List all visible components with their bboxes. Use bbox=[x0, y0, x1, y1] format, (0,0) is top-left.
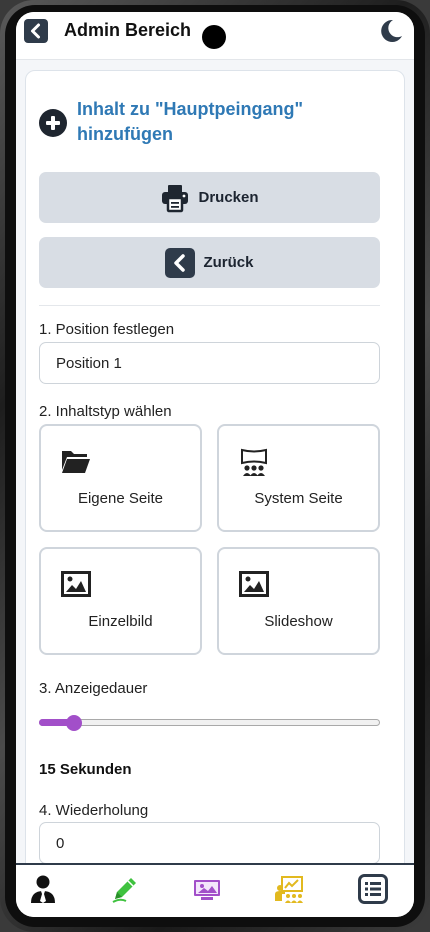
content-type-label: 2. Inhaltstyp wählen bbox=[39, 403, 172, 420]
add-content-card: Inhalt zu "Hauptpeingang" hinzufügen Dru… bbox=[25, 70, 405, 863]
printer-icon bbox=[162, 184, 189, 212]
app-screen: Admin Bereich Inhalt zu "Hauptpeingang" … bbox=[16, 12, 414, 917]
photo-display-icon bbox=[194, 880, 220, 900]
repeat-input[interactable] bbox=[39, 822, 380, 863]
device-frame: Admin Bereich Inhalt zu "Hauptpeingang" … bbox=[0, 0, 430, 932]
position-input[interactable] bbox=[39, 342, 380, 384]
presentation-audience-icon bbox=[241, 448, 267, 476]
front-camera bbox=[202, 25, 226, 49]
position-label: 1. Position festlegen bbox=[39, 321, 175, 338]
nav-presentations[interactable] bbox=[274, 874, 304, 904]
nav-list[interactable] bbox=[358, 874, 388, 904]
pencil-icon bbox=[112, 878, 136, 903]
back-label: Zurück bbox=[203, 254, 254, 271]
image-icon bbox=[61, 571, 91, 597]
chevron-left-square-icon bbox=[165, 247, 196, 278]
back-button[interactable]: Zurück bbox=[39, 237, 380, 288]
tile-label: Einzelbild bbox=[88, 613, 153, 630]
print-label: Drucken bbox=[198, 189, 259, 206]
duration-value: 15 Sekunden bbox=[39, 761, 132, 778]
tile-label: Slideshow bbox=[264, 613, 333, 630]
duration-slider[interactable] bbox=[39, 715, 380, 731]
content-type-own-page[interactable]: Eigene Seite bbox=[39, 424, 202, 532]
list-icon bbox=[358, 874, 388, 904]
chevron-left-icon[interactable] bbox=[24, 19, 48, 43]
chalkboard-teacher-icon bbox=[275, 876, 303, 903]
duration-label: 3. Anzeigedauer bbox=[39, 680, 148, 697]
nav-users[interactable] bbox=[28, 874, 58, 904]
print-button[interactable]: Drucken bbox=[39, 172, 380, 223]
nav-edit[interactable] bbox=[110, 874, 140, 904]
content-type-slideshow[interactable]: Slideshow bbox=[217, 547, 380, 655]
tile-label: System Seite bbox=[254, 490, 343, 507]
folder-open-icon bbox=[62, 451, 90, 473]
image-icon bbox=[239, 571, 269, 597]
user-tie-icon bbox=[31, 875, 55, 903]
divider bbox=[39, 305, 380, 306]
content-type-single-image[interactable]: Einzelbild bbox=[39, 547, 202, 655]
bottom-nav bbox=[16, 863, 414, 917]
repeat-label: 4. Wiederholung bbox=[39, 802, 149, 819]
main-content[interactable]: Inhalt zu "Hauptpeingang" hinzufügen Dru… bbox=[16, 60, 414, 863]
add-content-title: Inhalt zu "Hauptpeingang" hinzufügen bbox=[77, 99, 304, 144]
content-type-system-page[interactable]: System Seite bbox=[217, 424, 380, 532]
tile-label: Eigene Seite bbox=[77, 490, 164, 507]
slider-handle[interactable] bbox=[66, 715, 82, 731]
nav-displays[interactable] bbox=[192, 874, 222, 904]
page-title: Admin Bereich bbox=[64, 20, 192, 40]
plus-circle-icon bbox=[39, 109, 67, 137]
moon-icon[interactable] bbox=[376, 17, 404, 45]
